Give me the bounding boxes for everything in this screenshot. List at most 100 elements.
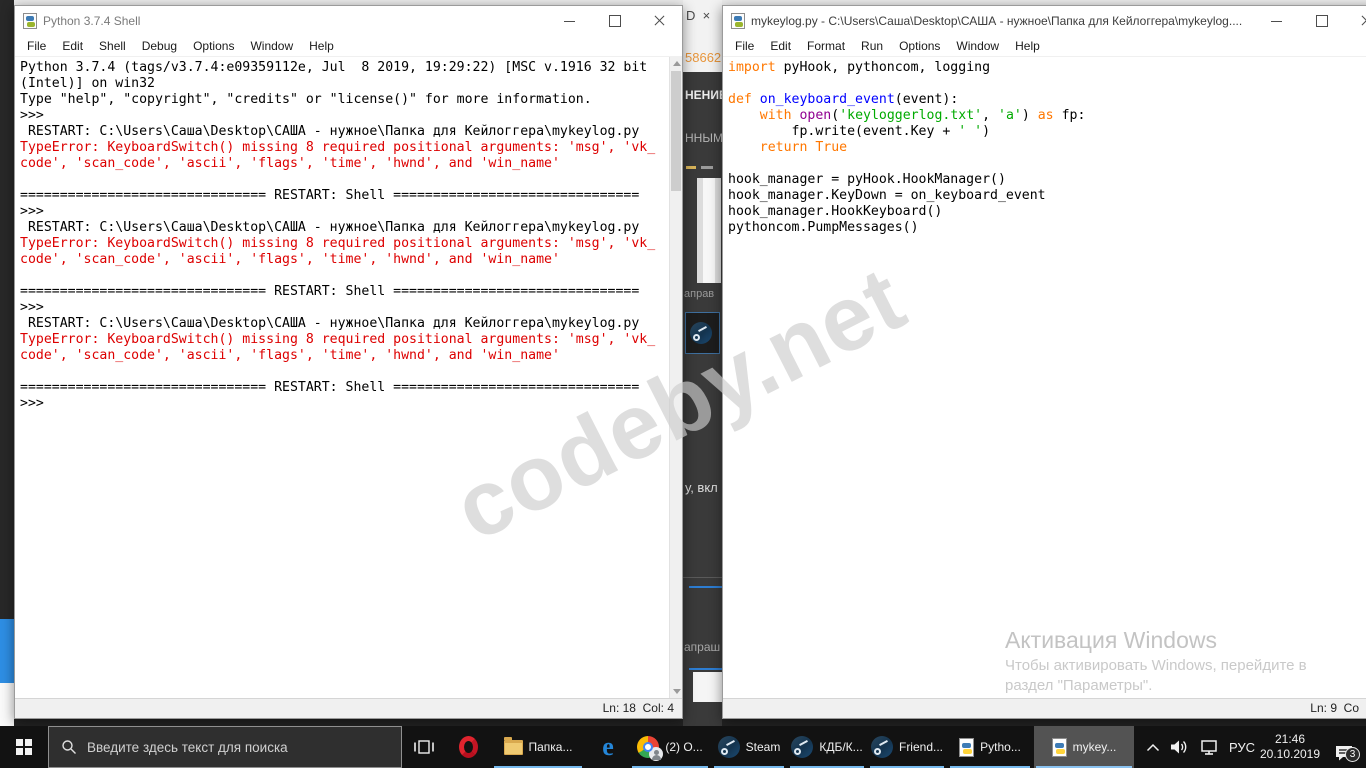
taskbar-button-label: Steam (745, 740, 781, 754)
taskbar: Папка... e (2) O... Steam КДБ/К... Frien… (0, 726, 1366, 768)
taskbar-button-label: Pytho... (980, 740, 1021, 754)
shell-scrollbar[interactable] (669, 57, 682, 698)
taskbar-folder-button[interactable]: Папка... (492, 726, 584, 768)
menu-file[interactable]: File (19, 37, 54, 55)
taskbar-search[interactable] (48, 726, 402, 768)
taskbar-button-label: КДБ/К... (819, 740, 863, 754)
editor-content[interactable]: import pyHook, pythoncom, logging def on… (723, 57, 1366, 698)
menu-file[interactable]: File (727, 37, 762, 55)
steam-icon (717, 736, 740, 758)
shell-titlebar[interactable]: Python 3.7.4 Shell (15, 6, 682, 35)
browser-tab-text: D × (686, 8, 711, 23)
python-file-icon (1051, 737, 1067, 757)
maximize-button[interactable] (592, 6, 637, 35)
close-button[interactable] (1344, 6, 1366, 35)
steam-icon (690, 322, 712, 344)
browser-accent-line (689, 668, 722, 670)
taskbar-button-label: Friend... (898, 740, 943, 754)
shell-statusbar: Ln: 18 Col: 4 (15, 698, 682, 718)
windows-activation-watermark: Активация Windows Чтобы активировать Win… (1005, 627, 1345, 694)
scroll-up-icon[interactable] (673, 61, 681, 66)
activation-line1: Чтобы активировать Windows, перейдите в (1005, 657, 1307, 674)
menu-debug[interactable]: Debug (134, 37, 185, 55)
speaker-icon (1171, 740, 1187, 754)
taskbar-steam-window-button[interactable]: КДБ/К... (788, 726, 866, 768)
task-view-button[interactable] (402, 726, 446, 768)
browser-number-fragment: 58662 (685, 50, 722, 65)
chevron-up-icon (1146, 743, 1160, 751)
search-input[interactable] (87, 739, 387, 755)
activation-line2: раздел "Параметры". (1005, 677, 1153, 694)
tray-network-button[interactable] (1195, 726, 1223, 768)
menu-window[interactable]: Window (948, 37, 1007, 55)
chrome-profile-badge (649, 747, 664, 761)
tray-date: 20.10.2019 (1259, 747, 1321, 761)
tray-language-indicator[interactable]: РУС (1224, 726, 1260, 768)
editor-menubar: File Edit Format Run Options Window Help (723, 35, 1366, 57)
divider (683, 577, 722, 578)
minimize-button[interactable] (1254, 6, 1299, 35)
tray-volume-button[interactable] (1167, 726, 1193, 768)
menu-run[interactable]: Run (853, 37, 891, 55)
browser-ui-fragment (693, 672, 722, 702)
taskbar-button-label: Папка... (528, 740, 573, 754)
editor-titlebar[interactable]: mykeylog.py - C:\Users\Саша\Desktop\САША… (723, 6, 1366, 35)
editor-statusbar: Ln: 9 Co (723, 698, 1366, 718)
windows-logo-icon (16, 739, 32, 755)
background-window-fragment (0, 683, 14, 726)
editor-window: mykeylog.py - C:\Users\Саша\Desktop\САША… (722, 5, 1366, 719)
python-shell-window: Python 3.7.4 Shell File Edit Shell Debug… (14, 5, 683, 719)
menu-format[interactable]: Format (799, 37, 853, 55)
browser-text-fragment: ННЫМИ (685, 131, 722, 145)
activation-title: Активация Windows (1005, 627, 1217, 653)
taskbar-chrome-button[interactable]: (2) O... (630, 726, 710, 768)
background-browser-strip: D × 58662 НЕНИЕ ННЫМИ аправ у, вкл апраш (683, 0, 722, 726)
maximize-button[interactable] (1299, 6, 1344, 35)
taskbar-edge-button[interactable]: e (586, 726, 630, 768)
idle-window-icon (23, 12, 37, 29)
menu-edit[interactable]: Edit (762, 37, 799, 55)
browser-text-fragment: у, вкл (685, 480, 718, 495)
menu-help[interactable]: Help (1007, 37, 1048, 55)
menu-window[interactable]: Window (242, 37, 301, 55)
taskbar-mykeylog-button[interactable]: mykey... (1034, 726, 1134, 768)
start-button[interactable] (0, 726, 48, 768)
browser-text-fragment: аправ (684, 288, 715, 300)
shell-menubar: File Edit Shell Debug Options Window Hel… (15, 35, 682, 57)
browser-text-fragment: апраш (684, 640, 721, 654)
tray-action-center-button[interactable]: 3 (1322, 726, 1366, 768)
edge-icon: e (602, 732, 614, 761)
folder-icon (503, 736, 523, 755)
notification-badge: 3 (1345, 747, 1360, 762)
scrollbar-thumb[interactable] (671, 71, 681, 191)
menu-shell[interactable]: Shell (91, 37, 134, 55)
search-icon (62, 740, 76, 754)
browser-ui-fragment (701, 166, 713, 169)
editor-window-title: mykeylog.py - C:\Users\Саша\Desktop\САША… (751, 13, 1243, 28)
tray-show-hidden-icons[interactable] (1141, 726, 1165, 768)
taskbar-python-shell-button[interactable]: Pytho... (948, 726, 1032, 768)
shell-window-title: Python 3.7.4 Shell (43, 13, 141, 28)
browser-ui-fragment (686, 166, 696, 169)
tray-clock[interactable]: 21:46 20.10.2019 (1258, 726, 1322, 768)
menu-edit[interactable]: Edit (54, 37, 91, 55)
taskbar-button-label: mykey... (1072, 740, 1117, 754)
shell-output-text[interactable]: Python 3.7.4 (tags/v3.7.4:e09359112e, Ju… (20, 60, 668, 698)
taskbar-steam-button[interactable]: Steam (712, 726, 786, 768)
close-button[interactable] (637, 6, 682, 35)
desktop-screen: D × 58662 НЕНИЕ ННЫМИ аправ у, вкл апраш… (0, 0, 1366, 768)
taskbar-steam-friends-button[interactable]: Friend... (868, 726, 946, 768)
desktop-left-strip (0, 0, 14, 726)
scroll-down-icon[interactable] (673, 689, 681, 694)
steam-icon (791, 736, 814, 758)
menu-options[interactable]: Options (185, 37, 242, 55)
shell-content[interactable]: Python 3.7.4 (tags/v3.7.4:e09359112e, Ju… (15, 57, 682, 698)
browser-tab-fragment: D × 58662 (683, 0, 722, 72)
browser-accent-line (689, 586, 722, 588)
minimize-button[interactable] (547, 6, 592, 35)
editor-code-text[interactable]: import pyHook, pythoncom, logging def on… (728, 60, 1366, 698)
background-app-fragment (0, 619, 14, 683)
menu-help[interactable]: Help (301, 37, 342, 55)
taskbar-opera-button[interactable] (446, 726, 490, 768)
menu-options[interactable]: Options (891, 37, 948, 55)
